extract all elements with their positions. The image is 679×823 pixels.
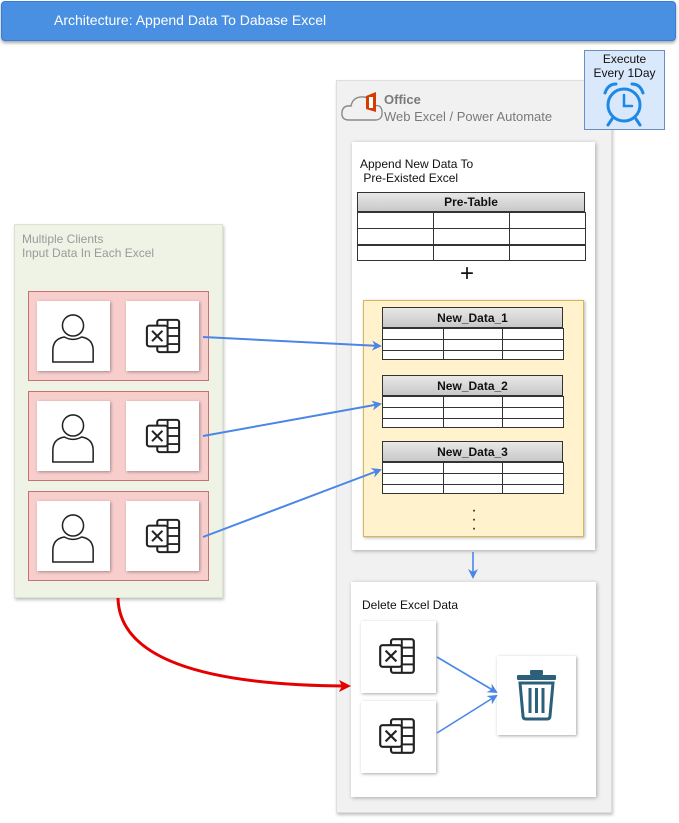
new-data-table-cell [443,350,503,360]
excel-tile [361,701,436,773]
clients-label-line1: Multiple Clients [22,232,104,246]
vertical-ellipsis-icon: · · · [471,502,477,537]
user-icon [52,414,94,463]
execute-line2: Every 1Day [593,66,656,80]
append-label-line2: Pre-Existed Excel [360,171,459,185]
new-data-table-cell [502,484,564,494]
pre-table-cell [433,228,510,245]
trash-tile [497,656,576,735]
pre-table-cell [357,245,434,261]
office-subtitle: Web Excel / Power Automate [384,109,553,124]
append-label: Append New Data To Pre-Existed Excel [360,157,473,185]
new-data-table-cell [382,350,444,360]
append-label-line1: Append New Data To [360,157,474,171]
office-title: Office [384,92,421,107]
page-title: Architecture: Append Data To Dabase Exce… [54,12,327,28]
execute-schedule-text: Execute Every 1Day [584,52,665,80]
user-tile [37,401,110,471]
new-data-table-cell [382,484,444,494]
clients-group-label: Multiple Clients Input Data In Each Exce… [22,232,154,260]
user-tile [37,301,110,371]
excel-icon [145,518,181,554]
pre-table-cell [433,245,510,261]
new-data-table-header: New_Data_2 [382,375,563,396]
pre-table-cell [509,212,586,229]
new-data-table-cell [382,418,444,428]
pre-table-cell [509,245,586,261]
user-icon [52,514,94,563]
pre-table-cell [509,228,586,245]
new-data-table-cell [502,350,564,360]
user-tile [37,501,110,571]
excel-icon [145,418,181,454]
new-data-table-header: New_Data_1 [382,307,563,328]
user-icon [52,314,94,363]
pre-table-cell [357,228,434,245]
pre-table-cell [357,212,434,229]
clients-label-line2: Input Data In Each Excel [22,246,155,260]
execute-line1: Execute [602,52,647,66]
arrow-clients-to-delete [116,597,351,692]
excel-tile [126,401,199,471]
excel-tile [361,621,436,693]
excel-tile [126,501,199,571]
excel-tile [126,301,199,371]
new-data-table-header: New_Data_3 [382,441,563,462]
new-data-table-cell [443,484,503,494]
excel-icon [379,718,415,754]
plus-sign: + [460,260,475,287]
delete-label: Delete Excel Data [362,598,459,612]
excel-icon [379,638,415,674]
pre-table-header: Pre-Table [357,192,585,212]
trash-icon [517,670,556,721]
new-data-table-cell [502,418,564,428]
pre-table-cell [433,212,510,229]
new-data-table-cell [443,418,503,428]
excel-icon [145,318,181,354]
